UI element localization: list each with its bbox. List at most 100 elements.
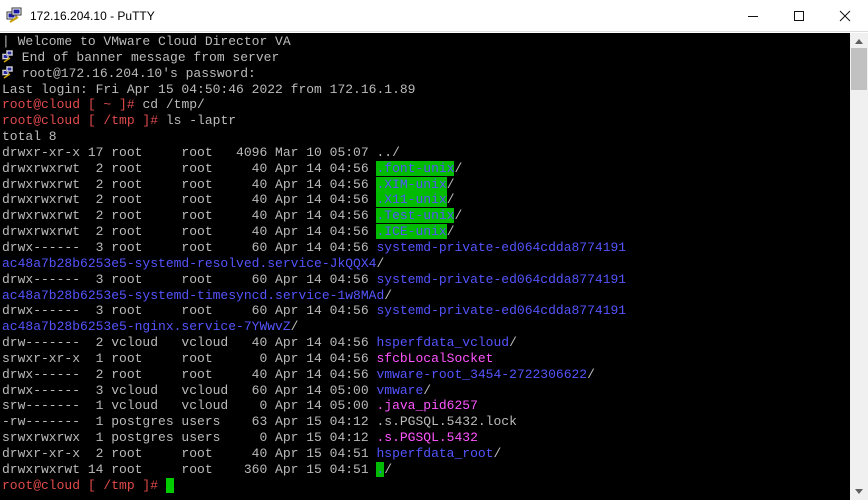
terminal-text: -rw------- 1 postgres users 63 Apr 15 04… [2,414,517,430]
terminal-line: drwxrwxrwt 2 root root 40 Apr 14 04:56 .… [2,176,626,193]
terminal-text: drwx------ 3 root root 60 Apr 14 04:56 [2,239,377,255]
colored-text: root@cloud [2,113,81,129]
terminal-line: ac48a7b28b6253e5-systemd-timesyncd.servi… [2,288,626,304]
colored-text: .s.PGSQL.5432 [376,430,478,446]
terminal-text: / [446,176,455,192]
terminal-line: drwx------ 3 root root 60 Apr 14 04:56 s… [2,303,626,319]
terminal-line: srw------- 1 vcloud vcloud 0 Apr 14 05:0… [2,398,626,414]
terminal-line: End of banner message from server [2,50,626,66]
terminal-text: drwxrwxrwt 2 root root 40 Apr 14 04:56 [2,160,377,176]
highlighted-dir-name: .font-unix [376,160,455,176]
terminal-line: Last login: Fri Apr 15 04:50:46 2022 fro… [2,82,626,98]
maximize-icon [794,11,804,21]
terminal-text: drwx------ 3 root root 60 Apr 14 04:56 [2,271,377,287]
colored-text: vmware [376,382,424,398]
terminal-text: srwxr-xr-x 1 root root 0 Apr 14 04:56 [2,350,377,366]
window-title: 172.16.204.10 - PuTTY [30,9,155,23]
colored-text: systemd-private-ed064cdda8774191 [376,271,627,287]
terminal-line: srwxrwxrwx 1 postgres users 0 Apr 15 04:… [2,430,626,446]
terminal-line: drw------- 2 vcloud vcloud 40 Apr 14 04:… [2,335,626,351]
terminal-text: cd /tmp/ [142,97,205,113]
terminal-text: drwxrwxrwt 2 root root 40 Apr 14 04:56 [2,224,377,240]
terminal-text: drwxr-xr-x 2 root root 40 Apr 15 04:51 [2,445,377,461]
terminal-line: drwxrwxrwt 14 root root 360 Apr 15 04:51… [2,461,626,478]
terminal-text: / [423,382,432,398]
putty-app-icon[interactable] [6,7,22,23]
terminal-text: total 8 [2,129,57,145]
close-icon [839,10,851,22]
colored-text: .java_pid6257 [376,398,478,414]
terminal-line: drwx------ 3 root root 60 Apr 14 04:56 s… [2,240,626,256]
terminal-text: / [454,208,463,224]
terminal-text: / [509,335,517,351]
terminal-line: srwxr-xr-x 1 root root 0 Apr 14 04:56 sf… [2,351,626,367]
terminal-text: drwxrwxrwt 2 root root 40 Apr 14 04:56 [2,208,377,224]
terminal-text: drwx------ 3 vcloud vcloud 60 Apr 14 05:… [2,382,377,398]
terminal-text: drw------- 2 vcloud vcloud 40 Apr 14 04:… [2,335,377,351]
terminal-line: drwxrwxrwt 2 root root 40 Apr 14 04:56 .… [2,208,626,224]
terminal-text: drwxr-xr-x 17 root root 4096 Mar 10 05:0… [2,144,400,160]
terminal-text: / [290,319,299,335]
vertical-scrollbar[interactable] [850,33,868,500]
terminal-line: drwx------ 3 root root 60 Apr 14 04:56 s… [2,272,626,288]
terminal-text: / [446,192,455,208]
highlighted-dir-name: .X11-unix [376,192,447,208]
terminal-text: End of banner message from server [14,49,280,65]
terminal-text: drwx------ 3 root root 60 Apr 14 04:56 [2,303,377,319]
terminal-text: / [587,366,595,382]
terminal-line: drwxr-xr-x 17 root root 4096 Mar 10 05:0… [2,145,626,161]
colored-text: vmware-root_3454-2722306622 [376,366,588,382]
minimize-icon [748,16,758,17]
terminal-text: drwxrwxrwt 14 root root 360 Apr 15 04:51 [2,461,377,477]
colored-text: hsperfdata_root [376,445,494,461]
scrollbar-thumb[interactable] [851,48,867,90]
terminal-line: ac48a7b28b6253e5-systemd-resolved.servic… [2,256,626,272]
colored-text: ac48a7b28b6253e5-systemd-timesyncd.servi… [2,287,385,303]
terminal-line: drwxr-xr-x 2 root root 40 Apr 15 04:51 h… [2,446,626,462]
terminal-text: / [454,160,463,176]
terminal-line: root@cloud [ ~ ]# cd /tmp/ [2,97,626,113]
title-bar[interactable]: 172.16.204.10 - PuTTY [0,0,868,32]
putty-event-icon [2,49,14,65]
colored-text: root@cloud [2,477,81,493]
terminal-text: | Welcome to VMware Cloud Director VA [2,34,291,49]
terminal-area[interactable]: | Welcome to VMware Cloud Director VA En… [0,33,850,500]
terminal-line: ac48a7b28b6253e5-nginx.service-7YWwvZ/ [2,319,626,335]
terminal-line: total 8 [2,129,626,145]
terminal-line: drwx------ 3 vcloud vcloud 60 Apr 14 05:… [2,383,626,399]
terminal-line: drwxrwxrwt 2 root root 40 Apr 14 04:56 .… [2,160,626,177]
terminal-text: / [493,445,502,461]
terminal-text: root@172.16.204.10's password: [14,65,256,81]
highlighted-dir-name: .ICE-unix [376,224,447,240]
close-button[interactable] [822,0,868,32]
terminal-text: srwxrwxrwx 1 postgres users 0 Apr 15 04:… [2,430,377,446]
colored-text: systemd-private-ed064cdda8774191 [376,303,627,319]
colored-text: [ /tmp ]# [80,477,166,493]
minimize-button[interactable] [730,0,776,32]
terminal-text: drwxrwxrwt 2 root root 40 Apr 14 04:56 [2,176,377,192]
terminal-line: root@cloud [ /tmp ]# [2,477,626,494]
terminal-line: drwxrwxrwt 2 root root 40 Apr 14 04:56 .… [2,192,626,208]
terminal-text: drwxrwxrwt 2 root root 40 Apr 14 04:56 [2,192,377,208]
terminal-text: drwx------ 2 root root 40 Apr 14 04:56 [2,366,377,382]
putty-event-icon [2,65,14,81]
highlighted-dir-name: .Test-unix [376,208,455,224]
scroll-down-arrow-icon[interactable] [850,483,868,500]
colored-text: [ ~ ]# [80,97,143,113]
terminal-line: drwxrwxrwt 2 root root 40 Apr 14 04:56 .… [2,224,626,240]
terminal-text: / [376,255,385,271]
terminal-line: -rw------- 1 postgres users 63 Apr 15 04… [2,414,626,430]
terminal-text: / [384,461,393,477]
terminal-line: | Welcome to VMware Cloud Director VA [2,34,626,50]
terminal-text: srw------- 1 vcloud vcloud 0 Apr 14 05:0… [2,398,377,414]
terminal-cursor [165,477,174,493]
colored-text: ac48a7b28b6253e5-nginx.service-7YWwvZ [2,319,291,335]
colored-text: hsperfdata_vcloud [376,335,510,351]
terminal-text: / [446,224,455,240]
terminal-output: | Welcome to VMware Cloud Director VA En… [2,34,626,493]
terminal-line: root@cloud [ /tmp ]# ls -laptr [2,113,626,129]
terminal-text: ls -laptr [165,113,237,129]
colored-text: root@cloud [2,97,81,113]
maximize-button[interactable] [776,0,822,32]
terminal-text: / [384,287,393,303]
